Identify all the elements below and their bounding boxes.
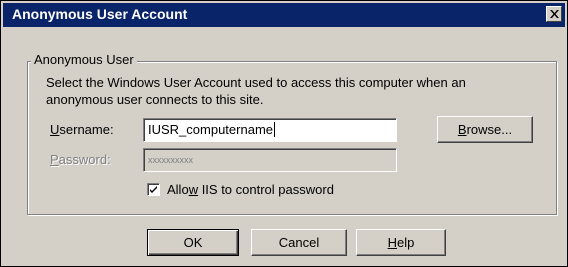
window-title: Anonymous User Account [12,6,188,22]
description-text: Select the Windows User Account used to … [46,75,466,107]
username-label: Username: [50,122,114,137]
allow-iis-label[interactable]: Allow IIS to control password [167,182,334,197]
password-label: Password: [50,152,111,167]
ok-button[interactable]: OK [147,229,239,256]
browse-button[interactable]: Browse... [437,116,533,143]
anonymous-user-account-dialog: Anonymous User Account Anonymous User Se… [0,0,568,267]
help-button[interactable]: Help [356,229,446,256]
close-icon [550,10,559,18]
title-bar[interactable]: Anonymous User Account [3,3,565,27]
close-button[interactable] [546,6,562,22]
username-field[interactable]: IUSR_computername [143,118,397,142]
password-field[interactable]: xxxxxxxxxx [143,148,397,172]
groupbox-legend: Anonymous User [31,52,137,67]
cancel-button[interactable]: Cancel [251,229,347,256]
checkmark-icon [150,186,157,193]
allow-iis-checkbox[interactable] [147,183,160,196]
username-value: IUSR_computername [148,122,273,137]
text-caret [274,122,275,137]
password-value: xxxxxxxxxx [148,155,193,165]
